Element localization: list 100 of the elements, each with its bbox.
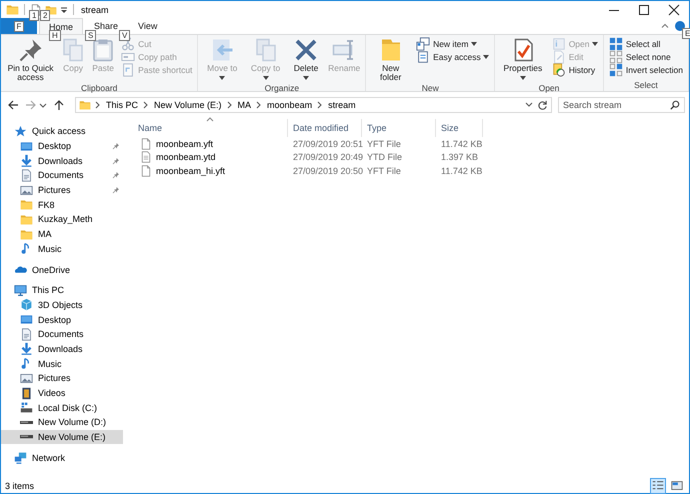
table-cell-text: 27/09/2019 20:51 xyxy=(292,138,362,149)
details-view-icon[interactable] xyxy=(650,478,666,494)
folder-icon xyxy=(20,212,33,226)
file-icon xyxy=(140,151,152,164)
nav-item[interactable]: FK8 xyxy=(1,197,123,212)
ribbon-button[interactable]: Select all xyxy=(606,37,686,50)
table-cell-text: YTD File xyxy=(366,152,404,162)
desktop-icon xyxy=(20,140,33,153)
folder-icon xyxy=(79,99,91,111)
nav-item[interactable]: Desktop xyxy=(1,312,123,327)
drive-icon xyxy=(20,420,33,424)
breadcrumb[interactable]: MA xyxy=(236,100,252,110)
ribbon-button[interactable]: New folder xyxy=(369,37,412,83)
column-header[interactable]: Type xyxy=(362,119,436,137)
document-icon xyxy=(20,328,33,341)
search-field[interactable]: Search stream xyxy=(558,97,685,113)
nav-item[interactable]: Documents xyxy=(1,326,123,342)
chevron-icon xyxy=(94,101,102,109)
group-label: Organize xyxy=(264,83,300,93)
chevron-icon xyxy=(316,101,324,109)
drive-icon xyxy=(20,401,33,414)
collapse-ribbon-icon[interactable] xyxy=(661,22,669,30)
nav-item[interactable]: MA xyxy=(1,226,123,242)
new-item-icon xyxy=(416,36,430,50)
nav-item[interactable]: Local Disk (C:) xyxy=(1,400,123,416)
refresh-icon[interactable] xyxy=(537,100,548,110)
nav-item[interactable]: Network xyxy=(1,450,123,466)
nav-item[interactable]: Kuzkay_Meth xyxy=(1,212,123,227)
nav-item[interactable]: This PC xyxy=(1,282,123,298)
file-icon xyxy=(140,164,152,177)
breadcrumb[interactable]: This PC xyxy=(105,100,140,110)
ribbon-button[interactable]: Properties xyxy=(498,37,548,83)
dropdown-icon xyxy=(525,101,533,109)
nav-item[interactable]: Music xyxy=(1,242,123,256)
column-header[interactable]: Date modified xyxy=(288,119,362,137)
star-icon xyxy=(14,124,27,138)
ribbon-button[interactable]: Easy access xyxy=(414,50,492,63)
table-cell-text: 27/09/2019 20:49 xyxy=(292,152,362,162)
help-icon[interactable] xyxy=(675,21,685,31)
breadcrumb[interactable]: moonbeam xyxy=(266,100,314,110)
key-tip: H xyxy=(49,30,61,41)
nav-item[interactable]: Desktop xyxy=(1,138,123,154)
nav-item[interactable]: OneDrive xyxy=(1,262,123,277)
breadcrumb[interactable]: stream xyxy=(327,100,357,110)
nav-item[interactable]: Downloads xyxy=(1,342,123,356)
chevron-icon xyxy=(226,101,234,109)
nav-item[interactable]: Quick access xyxy=(1,124,123,139)
window-title: stream xyxy=(81,4,109,14)
open-icon xyxy=(552,36,566,50)
dropdown-icon[interactable] xyxy=(60,6,68,14)
copy-icon xyxy=(254,38,278,62)
back-button[interactable] xyxy=(7,99,19,111)
folder-icon xyxy=(6,3,19,16)
ribbon-button[interactable]: History xyxy=(550,63,600,76)
chevron-icon xyxy=(255,101,264,109)
pin-icon xyxy=(112,171,120,180)
nav-item[interactable]: New Volume (E:) xyxy=(1,430,123,444)
nav-item[interactable]: Music xyxy=(1,356,123,371)
breadcrumb[interactable]: New Volume (E:) xyxy=(153,100,223,110)
ribbon-tab[interactable]: View xyxy=(129,18,166,34)
shortcut-icon xyxy=(121,62,136,76)
ribbon-button[interactable]: Invert selection xyxy=(606,63,686,76)
desktop-icon xyxy=(20,313,33,326)
nav-item[interactable]: Videos xyxy=(1,386,123,400)
easy-access-icon xyxy=(416,50,430,64)
file-tab[interactable]: F xyxy=(1,18,37,34)
key-tip: F xyxy=(14,20,24,32)
picture-icon xyxy=(20,372,33,385)
ribbon-button[interactable]: New item xyxy=(414,37,492,50)
pin-icon xyxy=(18,38,43,62)
history-icon xyxy=(552,62,566,76)
cube-icon xyxy=(20,298,33,312)
recent-locations-button[interactable] xyxy=(39,101,47,109)
ribbon-button[interactable]: Delete xyxy=(288,37,324,83)
table-cell-text: YFT File xyxy=(366,166,402,176)
nav-item[interactable]: 3D Objects xyxy=(1,298,123,312)
search-icon xyxy=(670,100,680,110)
folder-icon xyxy=(20,228,33,241)
column-header[interactable]: Size xyxy=(436,119,483,137)
address-bar[interactable]: This PC New Volume (E:) MA moonbeam stream xyxy=(75,97,552,113)
nav-item[interactable]: New Volume (D:) xyxy=(1,415,123,430)
up-button[interactable] xyxy=(53,99,65,111)
empty-grid-icon xyxy=(608,50,623,64)
column-header[interactable]: Name xyxy=(133,119,288,137)
file-name[interactable]: moonbeam_hi.yft xyxy=(156,166,226,176)
ribbon-button[interactable]: Select none xyxy=(606,50,686,63)
chevron-icon xyxy=(142,101,150,109)
move-icon xyxy=(210,38,234,62)
file-name[interactable]: moonbeam.ytd xyxy=(156,152,216,162)
nav-item[interactable]: Pictures xyxy=(1,182,123,198)
table-cell-text: 11.742 KB xyxy=(440,138,483,149)
nav-item[interactable]: Downloads xyxy=(1,153,123,168)
key-tip: E xyxy=(682,28,690,39)
film-icon xyxy=(20,386,33,400)
key-tip: 1 xyxy=(29,10,40,21)
nav-item[interactable]: Documents xyxy=(1,168,123,183)
file-name[interactable]: moonbeam.yft xyxy=(156,138,214,149)
group-label: Clipboard xyxy=(80,83,118,93)
group-label: Select xyxy=(633,80,659,91)
nav-item[interactable]: Pictures xyxy=(1,371,123,386)
